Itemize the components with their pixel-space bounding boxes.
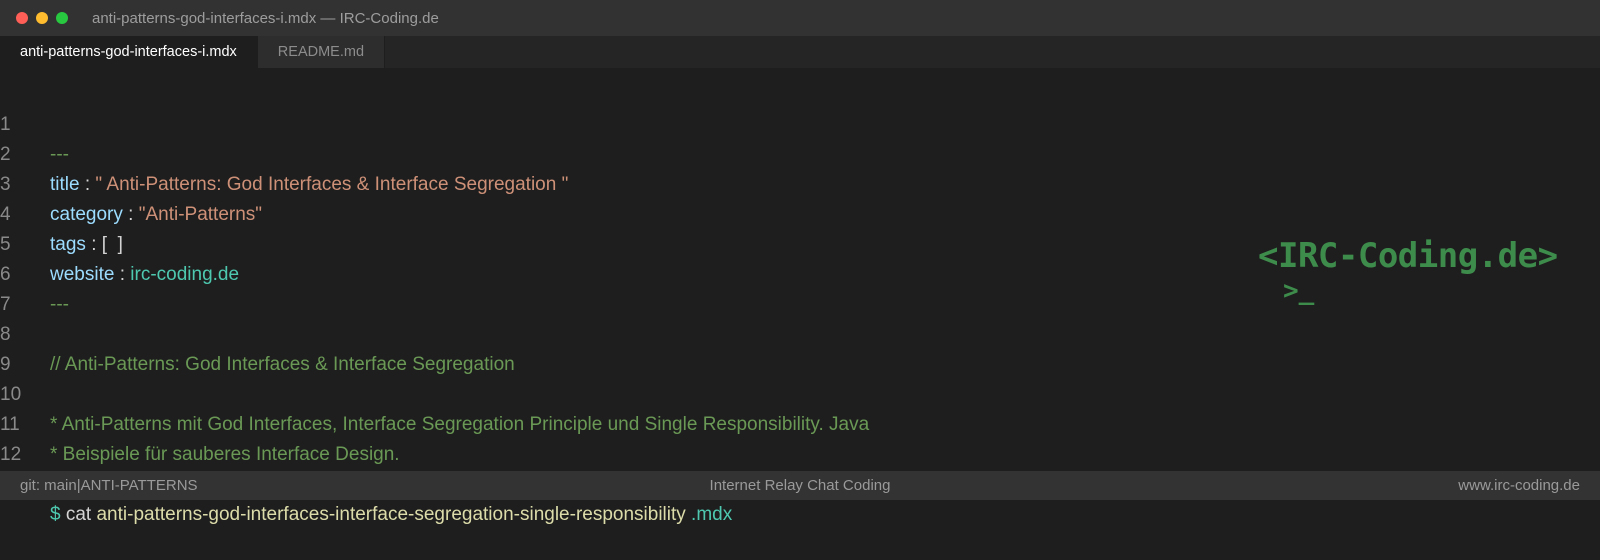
code-comment: * Anti-Patterns mit God Interfaces, Inte… [50, 414, 870, 435]
code-line: 12 [0, 410, 21, 465]
tab-readme[interactable]: README.md [257, 36, 386, 68]
window-title: anti-patterns-god-interfaces-i.mdx — IRC… [92, 9, 439, 27]
code-line: 1 --- [0, 80, 69, 165]
frontmatter-separator: : [79, 174, 96, 195]
git-branch-status[interactable]: git: main|ANTI-PATTERNS [20, 471, 198, 500]
website-link[interactable]: www.irc-coding.de [1458, 471, 1580, 500]
code-line: 13 $ cat anti-patterns-god-interfaces-in… [0, 440, 732, 525]
frontmatter-separator: : [122, 204, 139, 225]
code-comment: * Beispiele für sauberes Interface Desig… [50, 444, 400, 465]
frontmatter-value: " Anti-Patterns: God Interfaces & Interf… [95, 174, 569, 195]
tab-anti-patterns-mdx[interactable]: anti-patterns-god-interfaces-i.mdx [0, 36, 258, 68]
shell-prompt: $ [50, 504, 61, 525]
frontmatter-value: "Anti-Patterns" [138, 204, 263, 225]
code-line: 6 --- [0, 230, 69, 315]
shell-filename: anti-patterns-god-interfaces-interface-s… [96, 504, 686, 525]
code-line: 5 website : irc-coding.de [0, 200, 239, 285]
close-window-button[interactable] [16, 12, 28, 24]
code-line: 9 [0, 320, 21, 375]
code-line: 8 // Anti-Patterns: God Interfaces & Int… [0, 290, 515, 375]
frontmatter-key: tags [50, 234, 86, 255]
frontmatter-value: irc-coding.de [130, 264, 240, 285]
code-line: 4 tags : [ ] [0, 170, 123, 255]
code-line: 7 [0, 260, 21, 315]
code-line: 2 title : " Anti-Patterns: God Interface… [0, 110, 568, 195]
irc-coding-logo: <IRC-Coding.de> [1258, 236, 1558, 276]
tab-bar: anti-patterns-god-interfaces-i.mdx READM… [0, 36, 1600, 68]
frontmatter-delimiter: --- [50, 144, 69, 165]
code-line: 3 category : "Anti-Patterns" [0, 140, 262, 225]
shell-command: cat [60, 504, 97, 525]
status-bar: Internet Relay Chat Coding git: main|ANT… [0, 471, 1600, 500]
frontmatter-separator: : [85, 234, 102, 255]
frontmatter-delimiter: --- [50, 294, 69, 315]
frontmatter-key: title [50, 174, 80, 195]
frontmatter-key: category [50, 204, 123, 225]
terminal-cursor-icon: >_ [1283, 276, 1315, 306]
window-controls [16, 12, 68, 24]
maximize-window-button[interactable] [56, 12, 68, 24]
frontmatter-value: [ ] [101, 234, 123, 255]
code-line: 11 * Beispiele für sauberes Interface De… [0, 380, 400, 465]
shell-file-extension: .mdx [685, 504, 733, 525]
minimize-window-button[interactable] [36, 12, 48, 24]
code-comment: // Anti-Patterns: God Interfaces & Inter… [50, 354, 515, 375]
status-center-text: Internet Relay Chat Coding [709, 477, 891, 494]
frontmatter-key: website [50, 264, 115, 285]
frontmatter-separator: : [114, 264, 131, 285]
title-bar: anti-patterns-god-interfaces-i.mdx — IRC… [0, 0, 1600, 36]
code-line: 10 * Anti-Patterns mit God Interfaces, I… [0, 350, 869, 435]
